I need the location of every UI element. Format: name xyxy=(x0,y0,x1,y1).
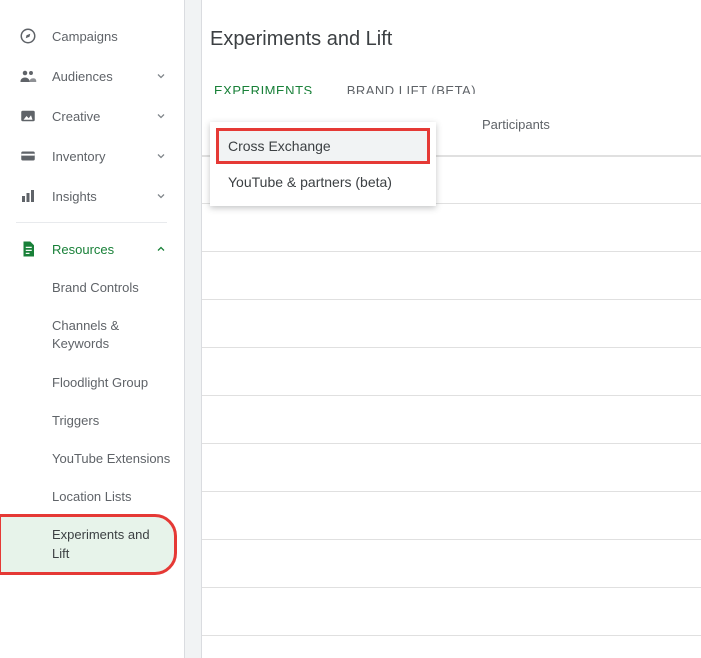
sidebar-item-label: Inventory xyxy=(52,149,155,164)
table-column-participants[interactable]: Participants xyxy=(482,117,550,132)
card-icon xyxy=(18,146,38,166)
sidebar-item-inventory[interactable]: Inventory xyxy=(0,136,183,176)
chevron-down-icon xyxy=(155,150,169,162)
sidebar-item-label: Audiences xyxy=(52,69,155,84)
main-content: Experiments and Lift Experiments Brand L… xyxy=(184,0,701,658)
sidebar-item-label: Insights xyxy=(52,189,155,204)
table-row xyxy=(202,444,701,492)
chevron-down-icon xyxy=(155,110,169,122)
sidebar-subitem-channels-keywords[interactable]: Channels & Keywords xyxy=(0,307,183,363)
compass-icon xyxy=(18,26,38,46)
sidebar-subitem-youtube-extensions[interactable]: YouTube Extensions xyxy=(0,440,183,478)
menu-item-cross-exchange[interactable]: Cross Exchange xyxy=(216,128,430,164)
chevron-up-icon xyxy=(155,243,169,255)
chevron-down-icon xyxy=(155,70,169,82)
sidebar-subitem-floodlight-group[interactable]: Floodlight Group xyxy=(0,364,183,402)
table-row xyxy=(202,204,701,252)
table-row xyxy=(202,300,701,348)
sidebar-item-audiences[interactable]: Audiences xyxy=(0,56,183,96)
sidebar-subitem-brand-controls[interactable]: Brand Controls xyxy=(0,269,183,307)
sidebar-item-insights[interactable]: Insights xyxy=(0,176,183,216)
sidebar-item-label: Resources xyxy=(52,242,155,257)
sidebar-subitem-location-lists[interactable]: Location Lists xyxy=(0,478,183,516)
divider xyxy=(16,222,167,223)
sidebar-subitem-triggers[interactable]: Triggers xyxy=(0,402,183,440)
document-icon xyxy=(18,239,38,259)
sidebar: Campaigns Audiences Creative Inventory xyxy=(0,0,184,658)
menu-item-youtube-partners[interactable]: YouTube & partners (beta) xyxy=(210,164,436,200)
table-row xyxy=(202,348,701,396)
people-icon xyxy=(18,66,38,86)
chevron-down-icon xyxy=(155,190,169,202)
table-row xyxy=(202,540,701,588)
resources-sublist: Brand Controls Channels & Keywords Flood… xyxy=(0,269,183,573)
sidebar-item-resources[interactable]: Resources xyxy=(0,229,183,269)
page-title: Experiments and Lift xyxy=(202,0,701,71)
table-row xyxy=(202,252,701,300)
page-card: Experiments and Lift Experiments Brand L… xyxy=(201,0,701,658)
new-experiment-menu: Cross Exchange YouTube & partners (beta) xyxy=(210,122,436,206)
sidebar-item-label: Campaigns xyxy=(52,29,169,44)
sidebar-subitem-experiments-and-lift[interactable]: Experiments and Lift xyxy=(0,516,175,572)
bar-chart-icon xyxy=(18,186,38,206)
sidebar-item-creative[interactable]: Creative xyxy=(0,96,183,136)
sidebar-item-label: Creative xyxy=(52,109,155,124)
table-row xyxy=(202,588,701,636)
table-row xyxy=(202,492,701,540)
image-icon xyxy=(18,106,38,126)
sidebar-item-campaigns[interactable]: Campaigns xyxy=(0,16,183,56)
table-row xyxy=(202,396,701,444)
